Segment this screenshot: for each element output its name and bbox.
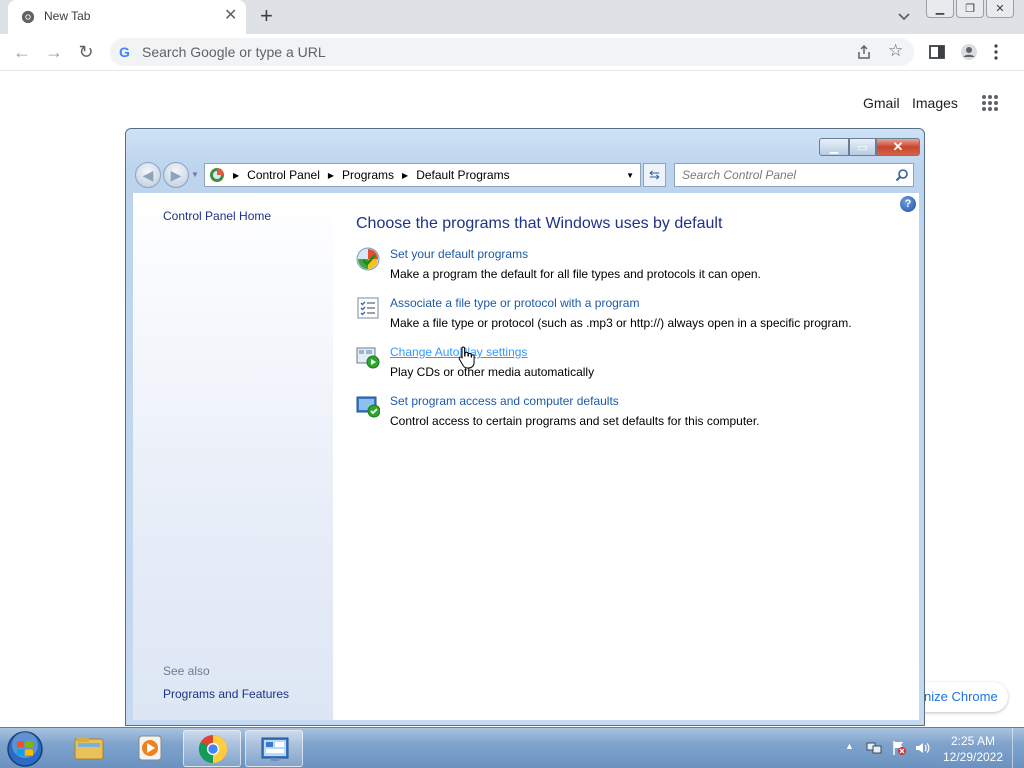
breadcrumb-programs[interactable]: Programs (342, 168, 394, 182)
chrome-toolbar: ← → ↻ G ☆ (0, 34, 1024, 71)
taskbar-explorer[interactable] (60, 730, 118, 767)
clock-time: 2:25 AM (950, 734, 996, 748)
page-title: Choose the programs that Windows uses by… (356, 215, 723, 232)
back-icon[interactable]: ◀ (135, 162, 161, 188)
task-item: Change AutoPlay settings Play CDs or oth… (356, 345, 896, 385)
customize-chrome-label: nize Chrome (924, 689, 998, 704)
browser-window-controls: ▁ ❐ ✕ (926, 0, 1014, 18)
breadcrumb-control-panel[interactable]: Control Panel (247, 168, 320, 182)
control-panel-icon (261, 737, 289, 761)
search-icon[interactable] (895, 168, 909, 182)
associate-file-type-link[interactable]: Associate a file type or protocol with a… (390, 296, 639, 310)
omnibox[interactable]: G ☆ (110, 38, 914, 66)
hand-cursor-icon (458, 346, 475, 369)
google-g-icon: G (119, 44, 130, 60)
task-description: Make a program the default for all file … (390, 267, 761, 281)
taskbar-control-panel[interactable] (245, 730, 303, 767)
menu-icon[interactable] (993, 43, 999, 61)
set-default-programs-link[interactable]: Set your default programs (390, 247, 528, 261)
recent-pages-icon[interactable]: ▼ (191, 170, 199, 179)
program-access-icon (356, 396, 380, 418)
search-input[interactable] (682, 167, 882, 183)
show-desktop-button[interactable] (1012, 728, 1024, 768)
maximize-icon[interactable]: ▭ (849, 138, 876, 156)
windows-taskbar: ▲ 2:25 AM 12/29/2022 (0, 727, 1024, 768)
system-clock[interactable]: 2:25 AM 12/29/2022 (940, 733, 1006, 765)
chevron-right-icon[interactable]: ▶ (402, 171, 408, 180)
programs-and-features-link[interactable]: Programs and Features (163, 687, 289, 701)
new-tab-button[interactable]: + (260, 5, 273, 27)
side-panel-icon[interactable] (928, 43, 946, 61)
left-pane: Control Panel Home See also Programs and… (133, 193, 333, 720)
tab-search-icon[interactable] (896, 8, 912, 24)
task-description: Play CDs or other media automatically (390, 365, 595, 379)
taskbar-chrome[interactable] (183, 730, 241, 767)
forward-icon[interactable]: → (44, 42, 64, 62)
task-item: Set your default programs Make a program… (356, 247, 896, 287)
chrome-icon (198, 734, 228, 764)
omnibox-input[interactable] (142, 42, 842, 62)
back-icon[interactable]: ← (12, 42, 32, 62)
file-association-icon (357, 297, 379, 319)
help-icon[interactable]: ? (900, 196, 916, 212)
restore-icon[interactable]: ❐ (956, 0, 984, 18)
chevron-right-icon: ▶ (233, 170, 240, 180)
chrome-icon (21, 10, 35, 24)
default-programs-icon (356, 247, 380, 271)
profile-icon[interactable] (960, 43, 978, 61)
see-also-heading: See also (163, 664, 210, 678)
control-panel-home-link[interactable]: Control Panel Home (163, 209, 271, 223)
tab-title: New Tab (44, 9, 91, 23)
reload-icon[interactable]: ↻ (76, 42, 96, 62)
close-icon[interactable]: ✕ (224, 8, 237, 24)
close-icon[interactable]: ✕ (986, 0, 1014, 18)
control-panel-icon (210, 168, 224, 182)
images-link[interactable]: Images (912, 95, 958, 111)
cp-body: Control Panel Home See also Programs and… (133, 193, 919, 720)
autoplay-icon (356, 347, 380, 369)
taskbar-media-player[interactable] (121, 730, 179, 767)
minimize-icon[interactable]: ▁ (926, 0, 954, 18)
forward-icon[interactable]: ▶ (163, 162, 189, 188)
address-bar[interactable]: ▶ Control Panel ▶ Programs ▶ Default Pro… (204, 163, 641, 187)
chevron-down-icon[interactable]: ▼ (626, 171, 634, 180)
refresh-icon[interactable]: ⇆ (643, 163, 666, 187)
clock-date: 12/29/2022 (942, 750, 1004, 764)
volume-icon[interactable] (914, 740, 930, 756)
show-hidden-icons-icon[interactable]: ▲ (845, 741, 854, 751)
action-center-icon[interactable] (891, 740, 907, 756)
star-icon[interactable]: ☆ (888, 41, 903, 61)
task-item: Associate a file type or protocol with a… (356, 296, 896, 336)
task-description: Make a file type or protocol (such as .m… (390, 316, 852, 330)
cp-caption-buttons: ▁ ▭ ✕ (819, 138, 920, 156)
gmail-link[interactable]: Gmail (863, 95, 900, 111)
set-program-access-link[interactable]: Set program access and computer defaults (390, 394, 619, 408)
share-icon[interactable] (856, 44, 872, 60)
task-item: Set program access and computer defaults… (356, 394, 896, 434)
breadcrumb-default-programs[interactable]: Default Programs (416, 168, 509, 182)
explorer-icon (74, 737, 104, 760)
search-box[interactable] (674, 163, 914, 187)
apps-grid-icon[interactable] (981, 94, 999, 112)
chevron-right-icon[interactable]: ▶ (328, 171, 334, 180)
close-icon[interactable]: ✕ (876, 138, 920, 156)
task-description: Control access to certain programs and s… (390, 414, 760, 428)
control-panel-window: ▁ ▭ ✕ ◀ ▶ ▼ ▶ Control Panel ▶ Programs ▶… (125, 128, 925, 726)
network-icon[interactable] (866, 740, 882, 756)
minimize-icon[interactable]: ▁ (819, 138, 849, 156)
chrome-tab-strip: New Tab ✕ + ▁ ❐ ✕ (0, 0, 1024, 34)
media-player-icon (138, 735, 162, 761)
main-pane: ? Choose the programs that Windows uses … (333, 193, 919, 720)
start-button-icon[interactable] (6, 730, 44, 768)
tab-new-tab[interactable]: New Tab ✕ (8, 0, 246, 34)
